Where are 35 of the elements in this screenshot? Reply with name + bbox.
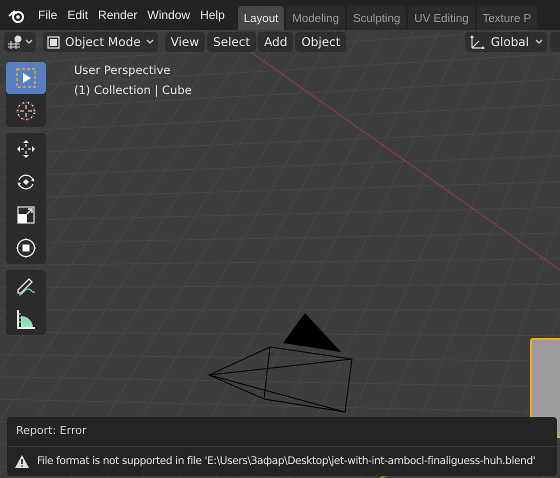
report-title: Report: Error	[7, 417, 557, 447]
header-menu[interactable]: View	[164, 32, 206, 52]
editor-type-button[interactable]	[4, 32, 36, 52]
header-menu[interactable]: Select	[207, 32, 256, 52]
workspace-tab[interactable]: Texture P	[476, 6, 538, 30]
menu-item[interactable]: Window	[142, 6, 196, 24]
menu-item[interactable]: File	[33, 6, 62, 24]
caret-icon	[535, 39, 543, 45]
scale-icon	[15, 204, 37, 226]
workspace-tab[interactable]: Modeling	[286, 6, 345, 30]
viewport-context: (1) Collection | Cube	[74, 82, 192, 99]
warning-icon	[15, 455, 29, 468]
ruler-icon	[15, 308, 37, 330]
header-menu[interactable]: Add	[258, 32, 294, 52]
transform-axes-icon	[468, 35, 485, 49]
workspace-tab[interactable]: UV Editing	[408, 6, 475, 30]
workspace-tab[interactable]: Sculpting	[346, 6, 406, 30]
caret-icon	[25, 39, 33, 45]
header-menu[interactable]: Object	[295, 32, 346, 52]
report-message: File format is not supported in file 'E:\Users\Зафар\Desktop\jet-with-int-ambocl-finaliguess-huh.blend'	[37, 454, 536, 469]
viewport-title: User Perspective	[74, 62, 170, 79]
blender-logo-icon[interactable]	[8, 8, 25, 22]
move-arrows-icon	[15, 138, 37, 160]
crosshair-cursor-icon	[15, 100, 37, 122]
transform-icon	[15, 237, 37, 259]
object-mode-icon	[47, 36, 60, 48]
caret-icon	[146, 39, 154, 45]
menu-item[interactable]: Help	[195, 6, 230, 24]
menu-item[interactable]: Edit	[62, 6, 94, 24]
select-box-icon	[15, 67, 37, 89]
workspace-tab[interactable]: Layout	[238, 6, 284, 30]
mode-dropdown[interactable]: Object Mode	[43, 32, 158, 52]
orientation-dropdown[interactable]: Global	[464, 32, 547, 52]
menu-item[interactable]: Render	[93, 6, 142, 24]
viewport-editor-icon	[7, 35, 23, 49]
